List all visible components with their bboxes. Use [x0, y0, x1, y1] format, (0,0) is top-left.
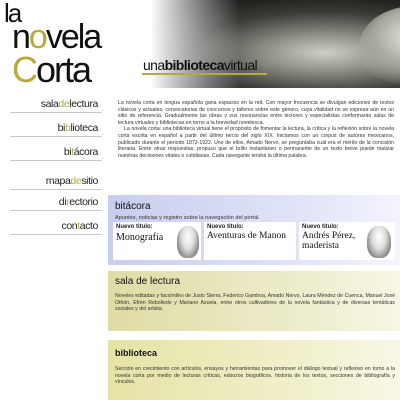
author-portrait [177, 226, 199, 258]
nav-label-part: bi [57, 122, 66, 134]
site-logo[interactable]: la novela Corta [2, 0, 142, 88]
intro-paragraph-1: La novela corta en lengua española gana … [118, 100, 394, 126]
nav-item-sala-de-lectura[interactable]: saladelectura [40, 98, 99, 110]
nav-label-highlight: de [58, 98, 70, 110]
entry-label: Nuevo titulo: [302, 224, 339, 230]
tagline-una: una [143, 57, 165, 73]
entry-title: Monografía [116, 232, 164, 243]
nav-label-part: lectura [69, 98, 98, 110]
statue-image [360, 6, 400, 84]
biblioteca-section: biblioteca Sección en crecimiento con ar… [108, 340, 400, 400]
nav-divider [10, 189, 102, 190]
nav-item-biblioteca[interactable]: biblioteca [57, 122, 99, 134]
entry-label: Nuevo titulo: [207, 224, 244, 230]
tagline-virtual: virtual [223, 57, 258, 73]
nav-item-mapa-de-sitio[interactable]: mapadesitio [45, 175, 99, 187]
nav-label-part: mapa [45, 175, 71, 187]
nav-divider [10, 112, 102, 113]
bitacora-description: Apuntes, noticias y registro sobre la na… [115, 215, 260, 221]
intro-paragraph-2: La novela corta: una biblioteca virtual … [118, 126, 394, 159]
entry-title: Aventuras de Manon [207, 231, 286, 241]
nav-label-part: lioteca [70, 122, 98, 134]
logo-text-orta: orta [36, 49, 92, 88]
bitacora-title[interactable]: bitácora [115, 201, 151, 212]
nav-label-part: acto [79, 220, 99, 232]
author-portrait [367, 226, 391, 258]
nav-divider [10, 234, 102, 235]
nav-label-part: con [61, 220, 78, 232]
bitacora-entry-aventuras-de-manon[interactable]: Nuevo titulo: Aventuras de Manon [204, 222, 296, 260]
biblioteca-description: Sección en crecimiento con artículos, en… [115, 366, 395, 386]
logo-text-c: C [12, 49, 38, 88]
entry-label: Nuevo titulo: [116, 224, 153, 230]
tagline-underline [142, 73, 267, 75]
sala-de-lectura-section: sala de lectura Noveles editadas y facsí… [108, 271, 400, 331]
nav-label-part: sitio [81, 175, 98, 187]
nav-item-contacto[interactable]: contacto [61, 220, 98, 232]
nav-label-part: ácora [73, 146, 99, 158]
tagline-biblioteca: biblioteca [164, 57, 225, 73]
site-tagline: unabibliotecavirtual [143, 57, 258, 73]
sala-description: Noveles editadas y facsímiles de Justo S… [115, 293, 395, 313]
nav-item-directorio[interactable]: directorio [59, 196, 99, 208]
nav-label-part: sala [40, 98, 59, 110]
bitacora-entry-monografia[interactable]: Nuevo titulo: Monografía [113, 222, 201, 260]
biblioteca-title[interactable]: biblioteca [115, 348, 157, 358]
nav-label-part: ectorio [69, 196, 98, 208]
nav-label-highlight: de [70, 175, 82, 187]
nav-divider [10, 210, 102, 211]
entry-title: Andrés Pérez, maderista [302, 231, 356, 251]
bitacora-section: bitácora Apuntes, noticias y registro so… [108, 195, 400, 265]
site-header: la novela Corta unabibliotecavirtual [0, 0, 400, 88]
nav-divider [10, 160, 102, 161]
intro-text: La novela corta en lengua española gana … [118, 100, 394, 159]
bitacora-entry-andres-perez[interactable]: Nuevo titulo: Andrés Pérez, maderista [299, 222, 395, 260]
nav-divider [10, 136, 102, 137]
nav-item-bitacora[interactable]: bitácora [64, 146, 99, 158]
logo-line-corta: Corta [12, 49, 92, 88]
sala-title[interactable]: sala de lectura [115, 276, 180, 287]
main-nav: saladelectura biblioteca bitácora mapade… [0, 95, 104, 240]
